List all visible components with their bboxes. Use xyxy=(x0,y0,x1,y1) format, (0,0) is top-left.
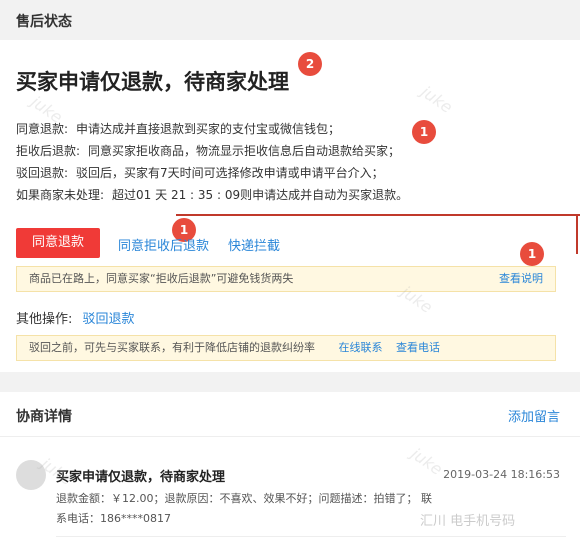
info-row-reject-receipt: 拒收后退款: 同意买家拒收商品，物流显示拒收信息后自动退款给买家； xyxy=(16,142,400,159)
avatar xyxy=(16,460,46,490)
info-row-reject: 驳回退款: 驳回后，买家有7天时间可选择修改申请或申请平台介入； xyxy=(16,164,384,181)
view-phone-link[interactable]: 查看电话 xyxy=(396,341,440,354)
section-title: 售后状态 xyxy=(16,14,72,30)
info-label: 拒收后退款: xyxy=(16,144,81,158)
contact-online-link[interactable]: 在线联系 xyxy=(339,341,383,354)
after-sale-status-card: 买家申请仅退款，待商家处理 2 同意退款: 申请达成并直接退款到买家的支付宝或微信… xyxy=(0,40,580,372)
entry-timestamp: 2019-03-24 18:16:53 xyxy=(443,468,560,481)
view-explanation-link[interactable]: 查看说明 xyxy=(499,267,543,291)
watermark-text: juke xyxy=(417,82,457,117)
reject-refund-link[interactable]: 驳回退款 xyxy=(83,312,135,327)
entry-title: 买家申请仅退款，待商家处理 xyxy=(56,470,226,485)
entry-detail-line: 系电话：186****0817 xyxy=(56,512,171,525)
add-comment-link[interactable]: 添加留言 xyxy=(508,406,560,425)
notice-banner-reject: 驳回之前，可先与买家联系，有利于降低店铺的退款纠纷率 在线联系 查看电话 xyxy=(16,335,556,361)
divider xyxy=(56,536,566,537)
info-row-agree: 同意退款: 申请达成并直接退款到买家的支付宝或微信钱包； xyxy=(16,120,340,137)
info-text: 驳回后，买家有7天时间可选择修改申请或申请平台介入； xyxy=(76,166,384,180)
agree-reject-receipt-link[interactable]: 同意拒收后退款 xyxy=(118,235,209,254)
notice-banner-in-transit: 商品已在路上，同意买家“拒收后退款”可避免钱货两失 查看说明 xyxy=(16,266,556,292)
other-operations: 其他操作: 驳回退款 xyxy=(16,308,135,327)
notification-badge: 1 xyxy=(412,120,436,144)
notification-badge: 2 xyxy=(298,52,322,76)
notice-text: 驳回之前，可先与买家联系，有利于降低店铺的退款纠纷率 xyxy=(29,341,315,354)
notice-text: 商品已在路上，同意买家“拒收后退款”可避免钱货两失 xyxy=(29,272,294,285)
entry-detail-line: 退款金额：￥12.00；退款原因：不喜欢、效果不好；问题描述：拍错了； 联 xyxy=(56,492,432,505)
page-title: 买家申请仅退款，待商家处理 xyxy=(16,70,289,94)
info-text: 同意买家拒收商品，物流显示拒收信息后自动退款给买家； xyxy=(88,144,401,158)
section-title: 协商详情 xyxy=(16,409,72,425)
info-text: 申请达成并直接退款到买家的支付宝或微信钱包； xyxy=(76,122,341,136)
info-label: 如果商家未处理: xyxy=(16,188,105,202)
agree-refund-button[interactable]: 同意退款 xyxy=(16,228,100,258)
other-ops-label: 其他操作: xyxy=(16,312,73,327)
watermark-text: juke xyxy=(407,444,447,479)
annotation-line xyxy=(576,214,578,254)
notification-badge: 1 xyxy=(520,242,544,266)
info-label: 驳回退款: xyxy=(16,166,69,180)
after-sale-status-header: 售后状态 xyxy=(0,0,580,40)
info-row-unprocessed: 如果商家未处理: 超过01 天 21 : 35 : 09则申请达成并自动为买家退款… xyxy=(16,186,408,203)
express-intercept-link[interactable]: 快递拦截 xyxy=(228,235,280,254)
countdown-text: 超过01 天 21 : 35 : 09则申请达成并自动为买家退款。 xyxy=(112,188,409,202)
watermark-logo: 汇川 电手机号码 xyxy=(420,514,516,529)
divider xyxy=(0,436,580,437)
annotation-line xyxy=(176,214,580,216)
info-label: 同意退款: xyxy=(16,122,69,136)
